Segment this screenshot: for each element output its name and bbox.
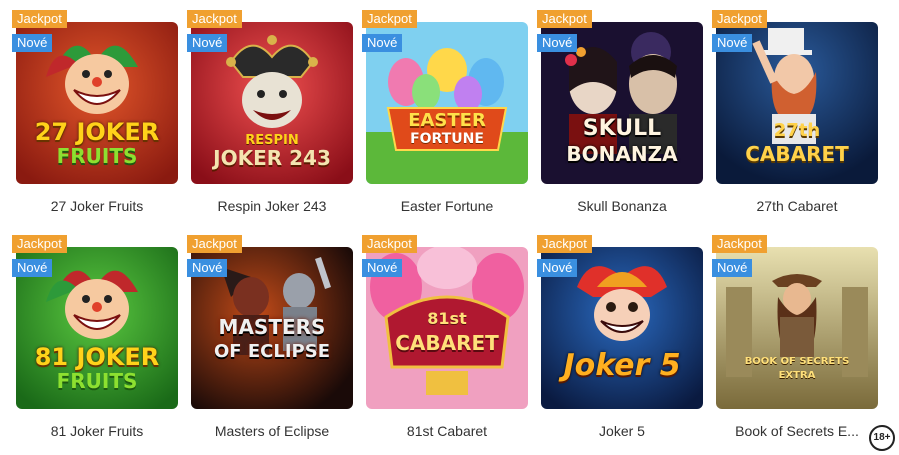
game-logo-line1: MASTERS xyxy=(218,315,326,339)
game-logo-joker: Joker 5 xyxy=(541,351,703,381)
new-badge: Nové xyxy=(712,259,753,277)
game-logo-line2: CABARET xyxy=(395,331,499,355)
game-logo-line1: SKULL xyxy=(582,116,662,141)
game-tile-27th-cabaret[interactable]: 27th CABARET Jackpot Nové 27th Cabaret xyxy=(712,10,878,214)
new-badge: Nové xyxy=(537,259,578,277)
jackpot-badge: Jackpot xyxy=(537,235,592,253)
game-title-caption[interactable]: Masters of Eclipse xyxy=(191,423,353,439)
jackpot-badge: Jackpot xyxy=(537,10,592,28)
game-tile-easter-fortune[interactable]: EASTER FORTUNE Jackpot Nové Easter Fortu… xyxy=(362,10,528,214)
game-title-caption[interactable]: Skull Bonanza xyxy=(541,198,703,214)
game-logo-line1: Joker xyxy=(563,348,650,383)
game-logo-line2: FRUITS xyxy=(56,369,138,393)
game-title-caption[interactable]: Respin Joker 243 xyxy=(191,198,353,214)
game-logo-line2: CABARET xyxy=(745,142,849,166)
game-tile-masters-of-eclipse[interactable]: MASTERS OF ECLIPSE Jackpot Nové Masters … xyxy=(187,235,353,439)
game-logo-line2: 5 xyxy=(659,348,681,383)
game-tile-81-joker-fruits[interactable]: 81 JOKER FRUITS Jackpot Nové 81 Joker Fr… xyxy=(12,235,178,439)
new-badge: Nové xyxy=(362,259,403,277)
game-logo-line2: BONANZA xyxy=(566,142,678,166)
jackpot-badge: Jackpot xyxy=(12,10,67,28)
game-logo-line1: BOOK OF SECRETS xyxy=(744,356,850,367)
jackpot-badge: Jackpot xyxy=(12,235,67,253)
game-logo-line1: 81 JOKER xyxy=(34,343,160,371)
game-title-caption[interactable]: Book of Secrets E... xyxy=(716,423,878,439)
game-title-caption[interactable]: 81 Joker Fruits xyxy=(16,423,178,439)
game-logo-line1: 27 JOKER xyxy=(34,118,160,146)
game-tile-joker-5[interactable]: Joker 5 Jackpot Nové Joker 5 xyxy=(537,235,703,439)
new-badge: Nové xyxy=(537,34,578,52)
new-badge: Nové xyxy=(362,34,403,52)
jackpot-badge: Jackpot xyxy=(187,235,242,253)
game-logo-line2: JOKER 243 xyxy=(213,146,331,170)
game-logo-line1: 27th xyxy=(773,120,821,141)
game-grid: 27 JOKER FRUITS Jackpot Nové 27 Joker Fr… xyxy=(0,0,899,455)
new-badge: Nové xyxy=(712,34,753,52)
game-logo-line2: OF ECLIPSE xyxy=(214,341,330,362)
game-tile-skull-bonanza[interactable]: SKULL BONANZA Jackpot Nové Skull Bonanza xyxy=(537,10,703,214)
game-title-caption[interactable]: 27 Joker Fruits xyxy=(16,198,178,214)
game-logo-line1: EASTER xyxy=(408,110,486,131)
game-title-caption[interactable]: Joker 5 xyxy=(541,423,703,439)
game-tile-27-joker-fruits[interactable]: 27 JOKER FRUITS Jackpot Nové 27 Joker Fr… xyxy=(12,10,178,214)
game-title-caption[interactable]: 81st Cabaret xyxy=(366,423,528,439)
game-tile-respin-joker-243[interactable]: RESPIN JOKER 243 Jackpot Nové Respin Jok… xyxy=(187,10,353,214)
jackpot-badge: Jackpot xyxy=(362,10,417,28)
age-restriction-badge: 18+ xyxy=(869,425,895,451)
new-badge: Nové xyxy=(187,259,228,277)
jackpot-badge: Jackpot xyxy=(187,10,242,28)
game-title-caption[interactable]: 27th Cabaret xyxy=(716,198,878,214)
game-tile-book-of-secrets-extra[interactable]: BOOK OF SECRETS EXTRA Jackpot Nové Book … xyxy=(712,235,878,439)
game-title-caption[interactable]: Easter Fortune xyxy=(366,198,528,214)
game-logo-line2: EXTRA xyxy=(778,370,816,381)
new-badge: Nové xyxy=(12,34,53,52)
game-logo-line1: 81st xyxy=(427,309,467,328)
jackpot-badge: Jackpot xyxy=(712,235,767,253)
new-badge: Nové xyxy=(187,34,228,52)
game-logo-line2: FORTUNE xyxy=(410,131,484,147)
game-tile-81st-cabaret[interactable]: 81st CABARET Jackpot Nové 81st Cabaret xyxy=(362,235,528,439)
jackpot-badge: Jackpot xyxy=(362,235,417,253)
game-logo-line2: FRUITS xyxy=(56,144,138,168)
new-badge: Nové xyxy=(12,259,53,277)
jackpot-badge: Jackpot xyxy=(712,10,767,28)
